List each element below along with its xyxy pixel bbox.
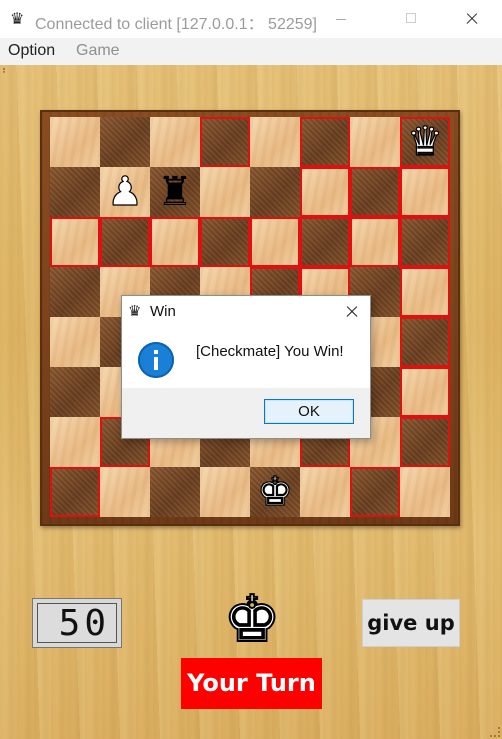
board-square[interactable] <box>50 117 100 167</box>
board-square[interactable] <box>50 417 100 467</box>
board-square[interactable] <box>200 217 250 267</box>
crown-icon: ♛ <box>128 302 142 320</box>
board-square[interactable] <box>300 117 350 167</box>
board-square[interactable] <box>400 267 450 317</box>
board-square[interactable] <box>150 117 200 167</box>
board-square[interactable]: ♛ <box>400 117 450 167</box>
board-square[interactable] <box>100 117 150 167</box>
board-square[interactable] <box>350 467 400 517</box>
win-dialog: ♛ Win [Checkmate] You Win! OK <box>121 295 371 439</box>
menu-option[interactable]: Option <box>8 42 55 60</box>
menu-bar: Option Game <box>0 38 502 65</box>
dialog-footer: OK <box>122 388 370 438</box>
board-square[interactable] <box>200 117 250 167</box>
turn-indicator: Your Turn <box>181 658 322 709</box>
board-square[interactable] <box>400 317 450 367</box>
board-square[interactable] <box>50 367 100 417</box>
board-square[interactable] <box>250 217 300 267</box>
minimize-button[interactable] <box>318 0 364 38</box>
board-square[interactable] <box>400 367 450 417</box>
board-square[interactable] <box>150 467 200 517</box>
timer-value: 50 <box>58 603 110 644</box>
board-square[interactable] <box>400 217 450 267</box>
board-square[interactable] <box>100 467 150 517</box>
board-square[interactable] <box>400 167 450 217</box>
board-square[interactable] <box>250 167 300 217</box>
splitter-grip[interactable] <box>3 68 7 73</box>
timer-display: 50 <box>37 603 117 644</box>
board-square[interactable] <box>200 167 250 217</box>
dialog-close-button[interactable] <box>340 300 364 324</box>
board-square[interactable] <box>250 117 300 167</box>
white-pawn-icon[interactable]: ♟ <box>100 167 150 217</box>
board-square[interactable] <box>300 167 350 217</box>
board-square[interactable] <box>50 217 100 267</box>
white-king-icon[interactable]: ♚ <box>250 467 300 517</box>
board-square[interactable] <box>50 467 100 517</box>
give-up-button[interactable]: give up <box>362 599 460 647</box>
king-icon: ♚ <box>222 583 281 657</box>
board-square[interactable] <box>300 467 350 517</box>
board-square[interactable] <box>350 167 400 217</box>
board-square[interactable] <box>100 217 150 267</box>
dialog-message: [Checkmate] You Win! <box>196 343 344 360</box>
board-square[interactable] <box>50 167 100 217</box>
close-button[interactable] <box>448 0 494 38</box>
board-square[interactable] <box>200 467 250 517</box>
move-timer: 50 <box>32 598 122 648</box>
title-bar: ♛ Connected to client [127.0.0.1： 52259] <box>0 0 502 38</box>
board-square[interactable] <box>150 217 200 267</box>
board-square[interactable] <box>50 317 100 367</box>
maximize-button[interactable] <box>388 0 434 38</box>
info-icon <box>138 342 174 378</box>
board-square[interactable]: ♟ <box>100 167 150 217</box>
board-square[interactable] <box>400 417 450 467</box>
dialog-title: Win <box>150 303 176 320</box>
board-square[interactable] <box>400 467 450 517</box>
crown-icon: ♛ <box>10 9 25 28</box>
board-square[interactable]: ♚ <box>250 467 300 517</box>
resize-grip[interactable] <box>490 727 500 737</box>
white-queen-icon[interactable]: ♛ <box>400 117 450 167</box>
ok-button[interactable]: OK <box>264 399 354 424</box>
board-square[interactable] <box>50 267 100 317</box>
black-rook-icon[interactable]: ♜ <box>150 167 200 217</box>
board-square[interactable] <box>350 217 400 267</box>
board-square[interactable] <box>350 117 400 167</box>
window-title: Connected to client [127.0.0.1： 52259] <box>35 16 317 33</box>
menu-game[interactable]: Game <box>76 42 120 60</box>
board-square[interactable]: ♜ <box>150 167 200 217</box>
board-square[interactable] <box>300 217 350 267</box>
